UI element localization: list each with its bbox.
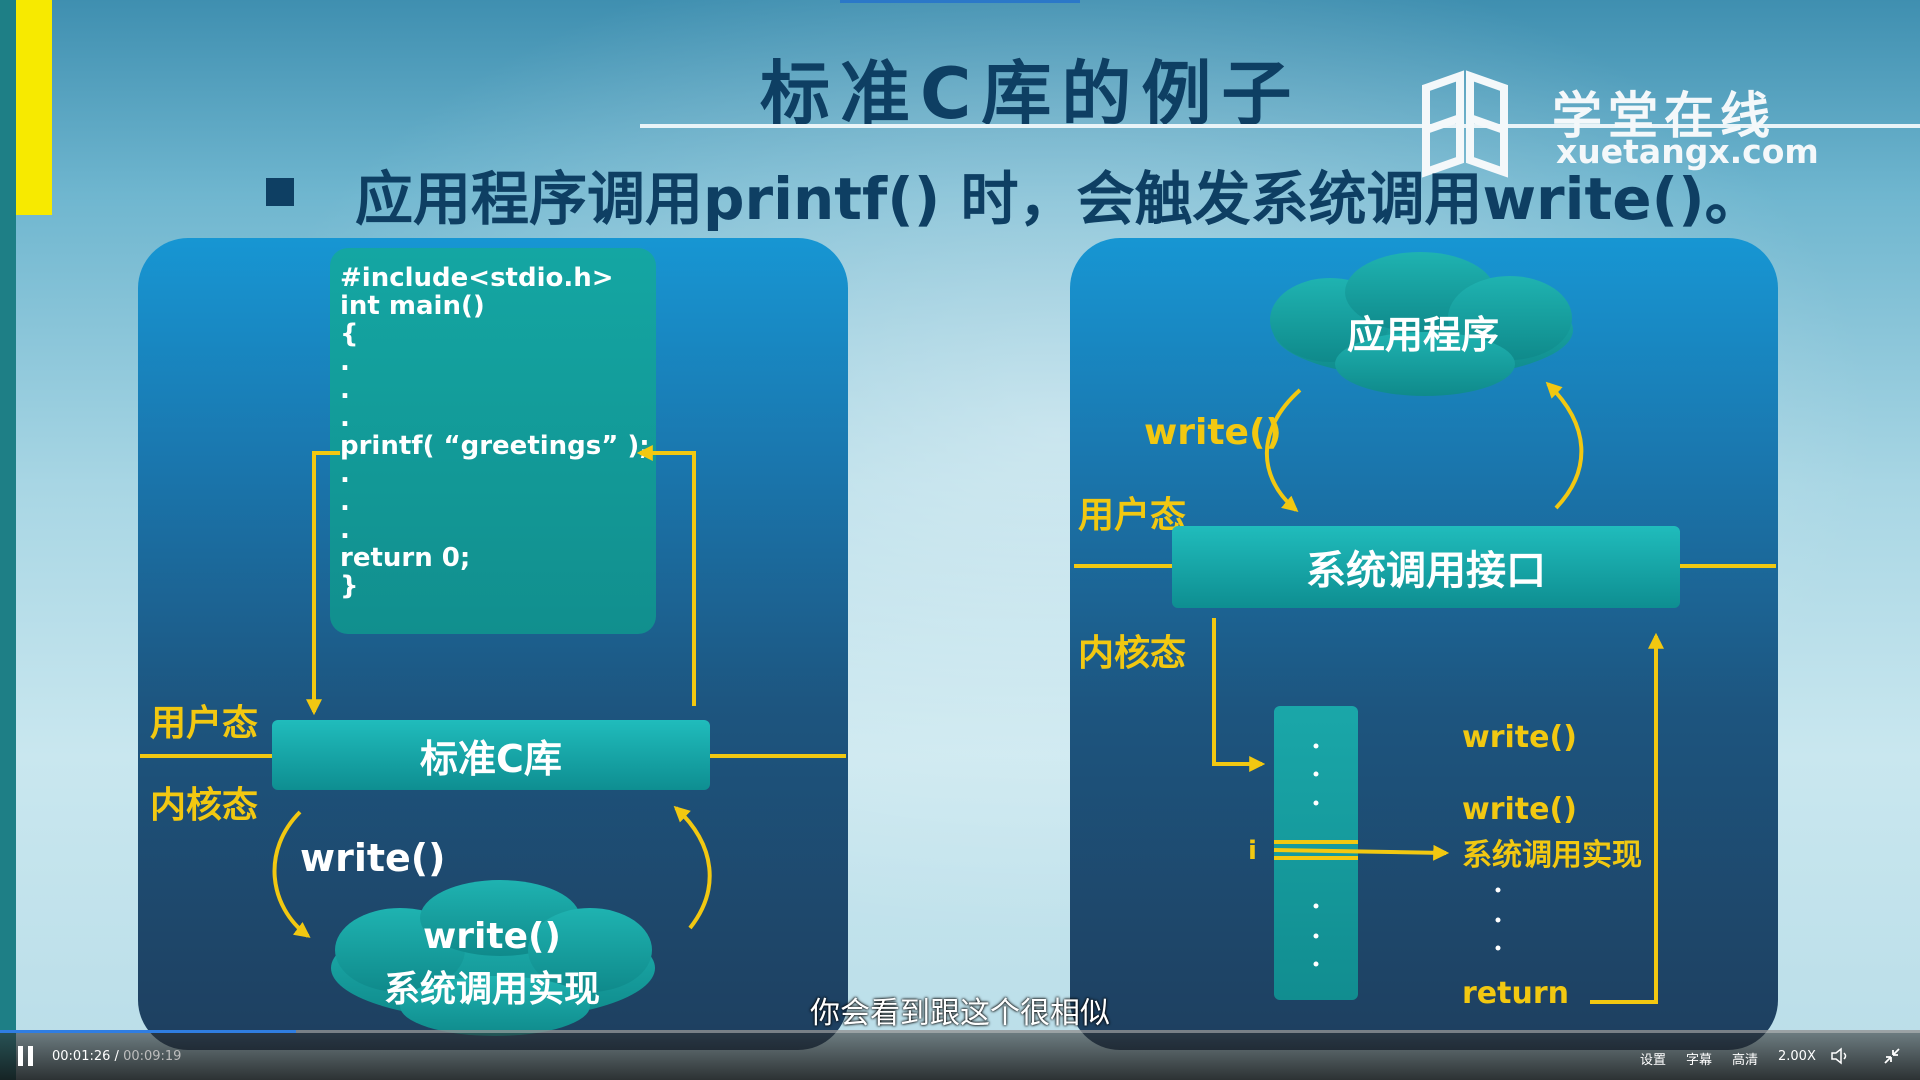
player-control-bar [0, 1030, 1920, 1080]
current-time: 00:01:26 [52, 1049, 111, 1064]
total-time: 00:09:19 [123, 1049, 182, 1064]
table-index-label: i [1248, 836, 1257, 866]
speaker-icon[interactable] [1830, 1046, 1850, 1066]
video-frame: 标准C库的例子 学堂在线 xuetangx.com 应用程序调用printf()… [0, 0, 1920, 1080]
right-kernel-mode-label: 内核态 [1078, 633, 1187, 674]
quality-button[interactable]: 高清 [1732, 1049, 1758, 1068]
settings-button[interactable]: 设置 [1640, 1049, 1666, 1068]
right-user-mode-label: 用户态 [1078, 495, 1187, 536]
pause-icon-bar-right [28, 1046, 33, 1066]
syscall-interface-box: 系统调用接口 [1172, 526, 1680, 608]
pause-button[interactable] [18, 1046, 34, 1066]
table-impl-subtitle: 系统调用实现 [1462, 838, 1642, 873]
pause-icon-bar-left [18, 1046, 23, 1066]
left-user-mode-label: 用户态 [150, 703, 259, 744]
app-cloud-label: 应用程序 [1346, 313, 1499, 357]
impl-cloud-title: write() [423, 916, 561, 957]
playback-speed-button[interactable]: 2.00X [1778, 1049, 1816, 1064]
time-separator: / [114, 1049, 119, 1064]
exit-fullscreen-icon[interactable] [1882, 1046, 1902, 1066]
table-write-entry: write() [1462, 720, 1577, 755]
progress-fill [0, 1030, 296, 1033]
left-kernel-mode-label: 内核态 [150, 785, 259, 826]
right-write-call-label: write() [1144, 412, 1282, 453]
standard-c-library-box: 标准C库 [272, 720, 710, 790]
video-subtitle: 你会看到跟这个很相似 [810, 996, 1110, 1031]
time-display: 00:01:26 / 00:09:19 [52, 1049, 181, 1064]
progress-track[interactable] [0, 1030, 1920, 1033]
left-write-call-label: write() [300, 836, 446, 880]
table-impl-title: write() [1462, 792, 1577, 827]
captions-button[interactable]: 字幕 [1686, 1049, 1712, 1068]
